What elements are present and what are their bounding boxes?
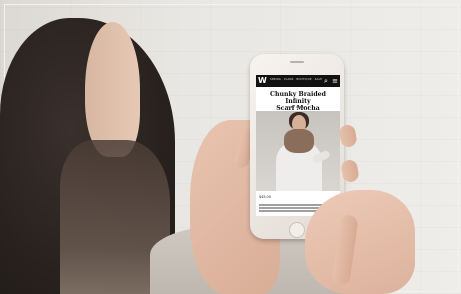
right-hand xyxy=(305,190,415,294)
title-line-1: Chunky Braided Infinity xyxy=(270,91,326,105)
phone-screen: W SPRING · PLANS · BOUTIQUE · SALE ⌕ ≡ C… xyxy=(256,75,340,216)
scarf xyxy=(284,129,314,153)
product-photo[interactable] xyxy=(256,111,340,191)
hamburger-icon[interactable]: ≡ xyxy=(331,77,339,85)
site-logo[interactable]: W xyxy=(258,76,268,86)
phone-speaker xyxy=(290,61,304,63)
nav-links[interactable]: SPRING · PLANS · BOUTIQUE · SALE xyxy=(270,78,324,84)
site-nav-bar: W SPRING · PLANS · BOUTIQUE · SALE ⌕ ≡ xyxy=(256,75,340,87)
woman-face xyxy=(85,22,140,157)
search-icon[interactable]: ⌕ xyxy=(322,77,330,85)
product-byline: W. BY WHISTLE xyxy=(286,106,310,109)
photo-scene: W SPRING · PLANS · BOUTIQUE · SALE ⌕ ≡ C… xyxy=(0,0,461,294)
home-button[interactable] xyxy=(289,222,305,238)
product-price: $45.00 xyxy=(259,195,271,199)
